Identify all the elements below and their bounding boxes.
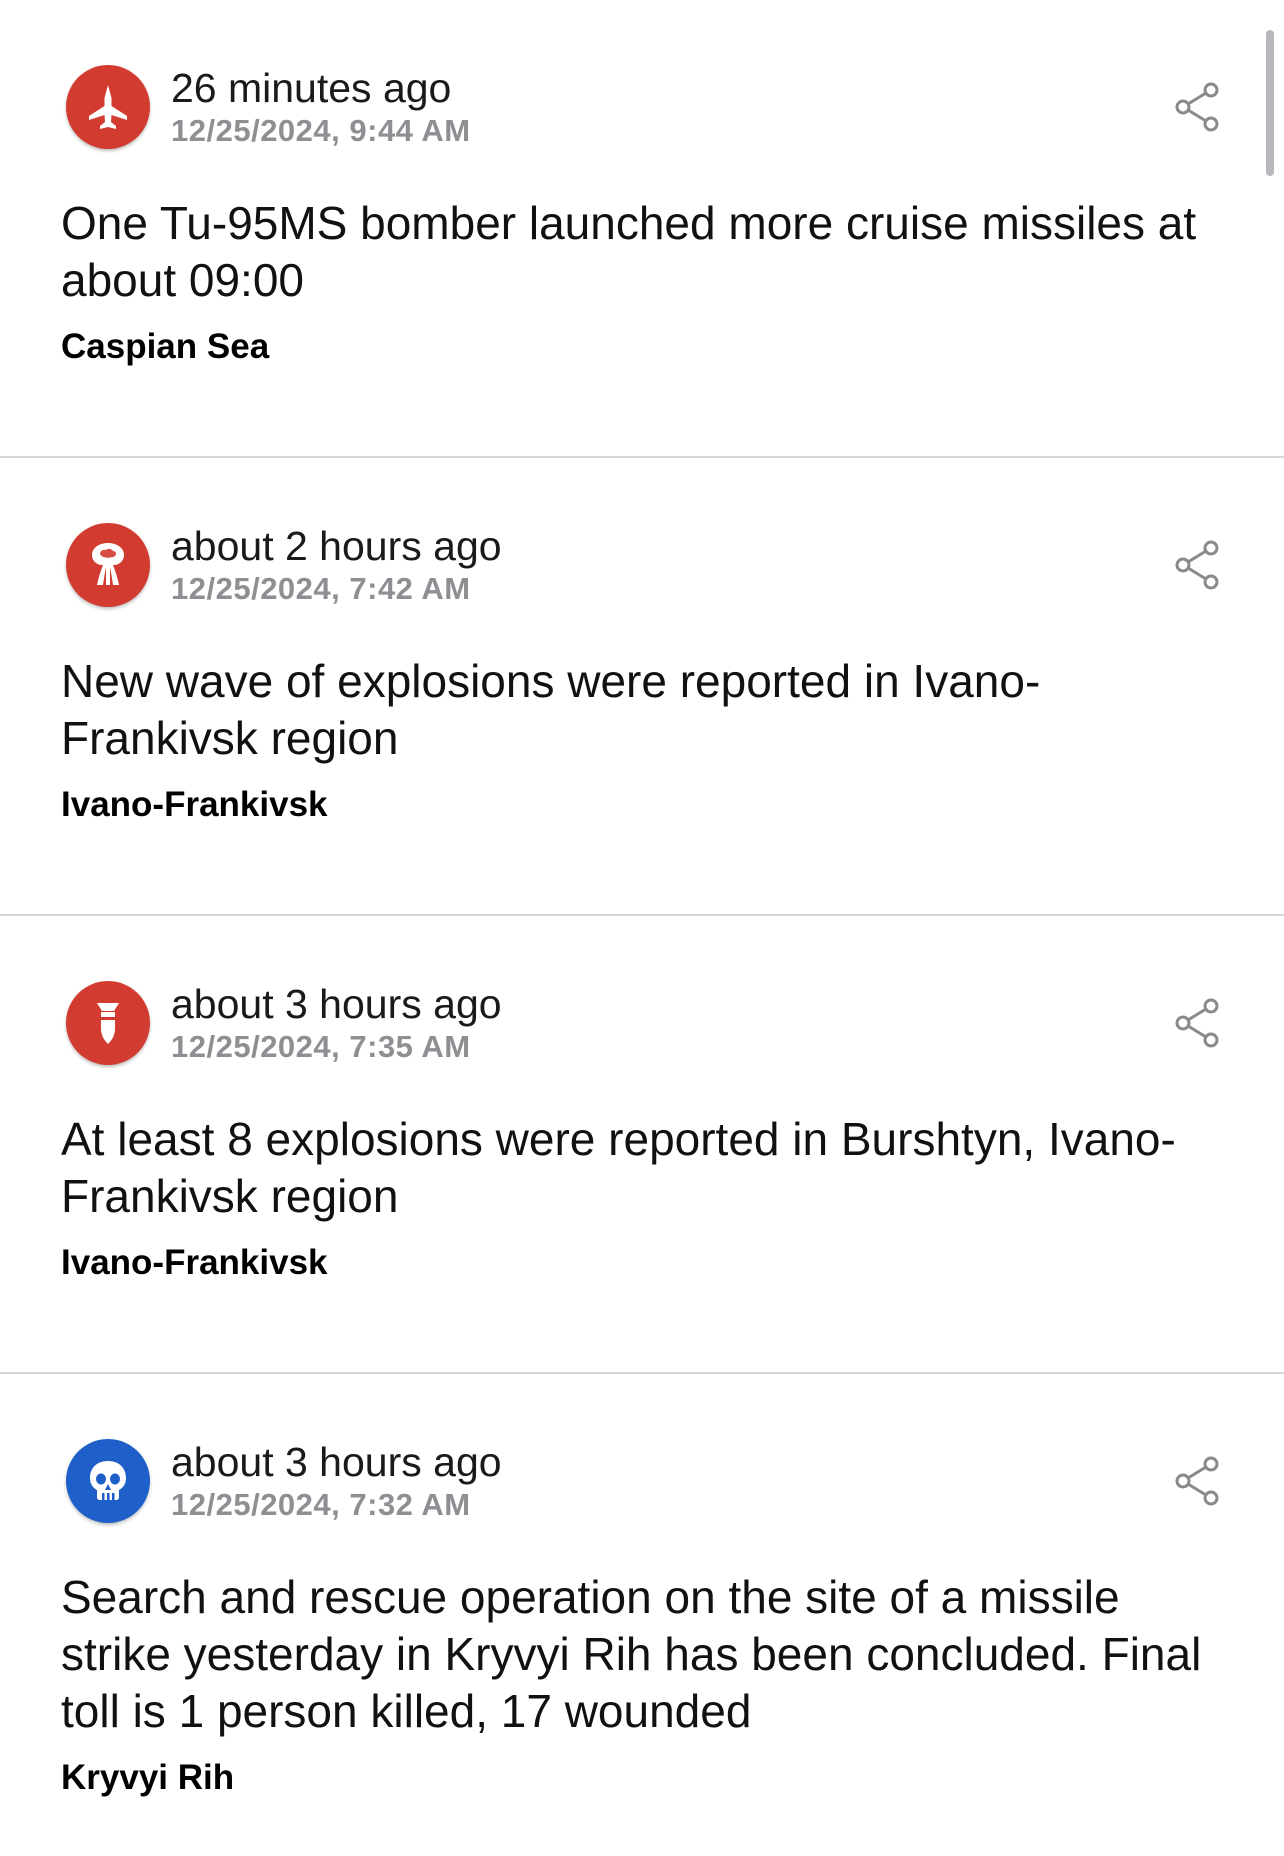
- feed-item[interactable]: about 3 hours ago 12/25/2024, 7:35 AM At…: [0, 916, 1284, 1374]
- share-icon[interactable]: [1173, 538, 1223, 592]
- time-ago: 26 minutes ago: [171, 65, 452, 111]
- location-label: Kryvyi Rih: [61, 1758, 235, 1797]
- timestamp: 12/25/2024, 7:35 AM: [171, 1029, 471, 1064]
- location-label: Ivano-Frankivsk: [61, 1243, 328, 1282]
- share-icon[interactable]: [1173, 80, 1223, 134]
- alert-message: New wave of explosions were reported in …: [61, 655, 1041, 764]
- timestamp: 12/25/2024, 7:32 AM: [171, 1487, 471, 1522]
- time-ago: about 3 hours ago: [171, 981, 502, 1027]
- alert-message: Search and rescue operation on the site …: [61, 1571, 1202, 1737]
- alert-message: One Tu-95MS bomber launched more cruise …: [61, 197, 1197, 306]
- location-label: Caspian Sea: [61, 327, 270, 366]
- feed-item[interactable]: about 2 hours ago 12/25/2024, 7:42 AM Ne…: [0, 458, 1284, 916]
- skull-icon: [66, 1439, 150, 1523]
- jet-icon: [66, 65, 150, 149]
- news-feed: 26 minutes ago 12/25/2024, 9:44 AM One T…: [0, 0, 1284, 1832]
- timestamp: 12/25/2024, 7:42 AM: [171, 571, 471, 606]
- alert-message: At least 8 explosions were reported in B…: [61, 1113, 1176, 1222]
- timestamp: 12/25/2024, 9:44 AM: [171, 113, 471, 148]
- share-icon[interactable]: [1173, 996, 1223, 1050]
- time-ago: about 2 hours ago: [171, 523, 502, 569]
- location-label: Ivano-Frankivsk: [61, 785, 328, 824]
- explosion-icon: [66, 523, 150, 607]
- feed-item[interactable]: 26 minutes ago 12/25/2024, 9:44 AM One T…: [0, 0, 1284, 458]
- time-ago: about 3 hours ago: [171, 1439, 502, 1485]
- bomb-icon: [66, 981, 150, 1065]
- scrollbar[interactable]: [1266, 30, 1274, 176]
- feed-item[interactable]: about 3 hours ago 12/25/2024, 7:32 AM Se…: [0, 1374, 1284, 1832]
- share-icon[interactable]: [1173, 1454, 1223, 1508]
